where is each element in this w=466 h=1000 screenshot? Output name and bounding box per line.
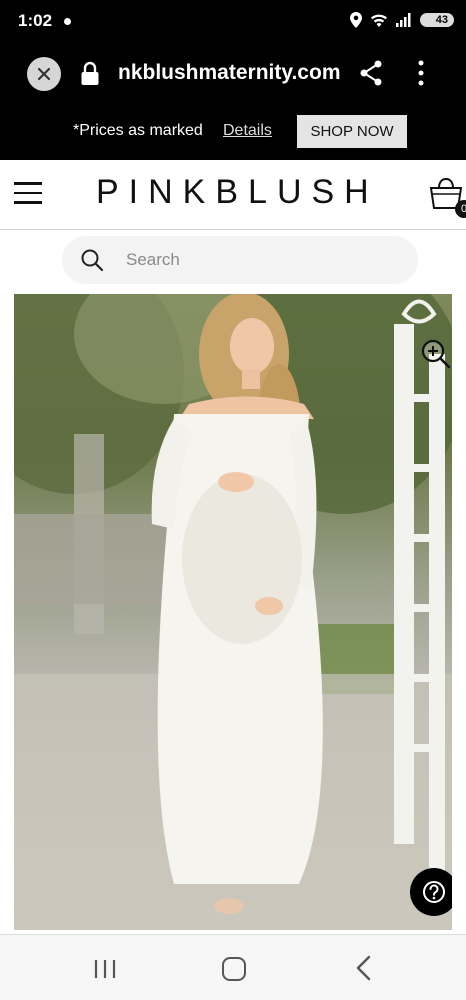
promo-text: *Prices as marked xyxy=(73,122,203,139)
close-tab-button[interactable] xyxy=(27,57,61,91)
cart-count-badge: 0 xyxy=(455,200,466,218)
help-icon xyxy=(423,881,445,903)
back-icon[interactable] xyxy=(355,955,373,981)
hamburger-icon[interactable] xyxy=(14,182,42,204)
search-section xyxy=(0,230,466,294)
battery-indicator: 43 xyxy=(420,13,454,27)
browser-url-bar: nkblushmaternity.com xyxy=(0,44,466,106)
site-logo[interactable]: PINKBLUSH xyxy=(96,173,379,212)
product-image-section xyxy=(0,294,466,934)
close-icon xyxy=(37,67,51,81)
shop-now-button[interactable]: SHOP NOW xyxy=(297,115,407,148)
help-button[interactable] xyxy=(410,868,452,916)
recent-apps-icon[interactable] xyxy=(93,959,117,979)
url-text[interactable]: nkblushmaternity.com xyxy=(118,61,341,85)
status-bar: 1:02 43 xyxy=(0,0,466,44)
search-input[interactable] xyxy=(126,236,396,284)
home-button[interactable] xyxy=(222,957,246,981)
share-icon[interactable] xyxy=(359,60,383,86)
zoom-in-icon[interactable] xyxy=(421,339,451,369)
site-header: PINKBLUSH 0 xyxy=(0,160,466,230)
more-vert-icon[interactable] xyxy=(417,59,425,87)
signal-icon xyxy=(396,13,411,27)
search-icon xyxy=(81,249,104,272)
promo-details-link[interactable]: Details xyxy=(223,122,272,140)
search-box[interactable] xyxy=(62,236,418,284)
promo-banner: *Prices as marked Details SHOP NOW xyxy=(0,106,466,160)
status-time: 1:02 xyxy=(18,11,53,30)
lock-icon xyxy=(81,61,99,85)
wifi-icon xyxy=(371,14,387,27)
status-icons: 43 xyxy=(350,12,454,28)
location-icon xyxy=(350,12,362,28)
product-photo[interactable] xyxy=(14,294,452,930)
product-photo-illustration xyxy=(14,294,452,930)
notification-dot xyxy=(64,18,71,25)
system-nav-bar xyxy=(0,934,466,1000)
